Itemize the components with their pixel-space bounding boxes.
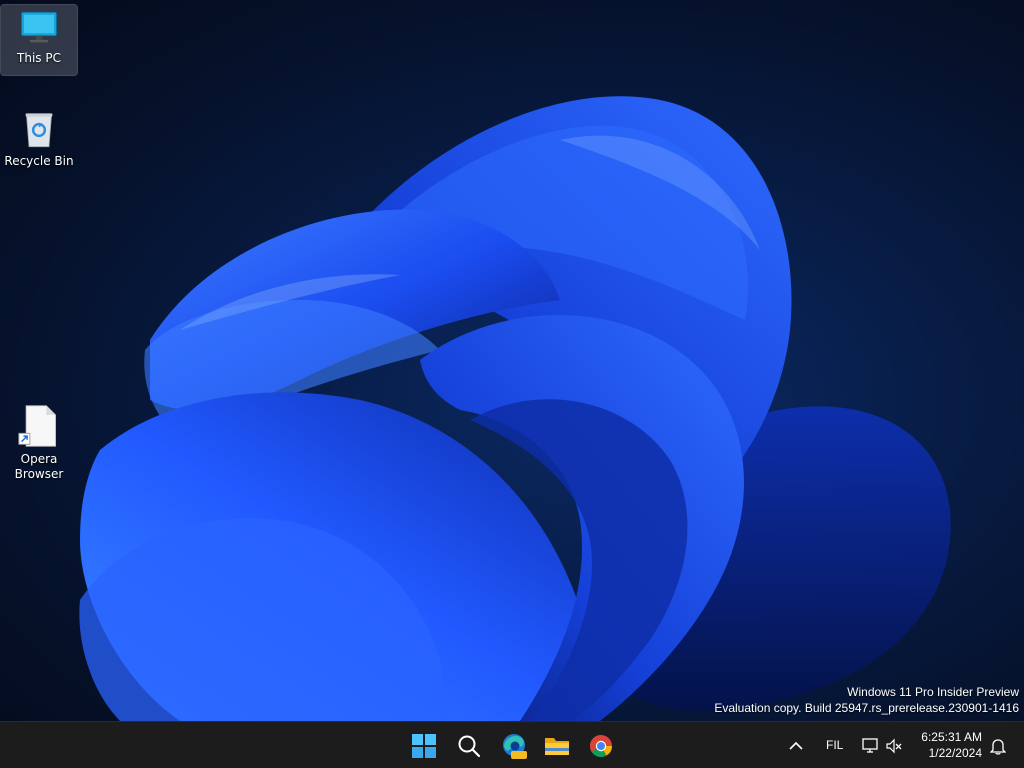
desktop-icon-label: Opera Browser: [14, 452, 64, 481]
input-language-indicator[interactable]: FIL: [826, 738, 843, 752]
wallpaper: [79, 96, 951, 721]
volume-muted-icon: [886, 738, 902, 754]
taskbar-app-edge-preview[interactable]: [494, 726, 534, 766]
chevron-up-icon: [789, 741, 803, 750]
show-hidden-icons-button[interactable]: [776, 726, 816, 766]
desktop-icon-this-pc[interactable]: This PC: [0, 4, 78, 76]
watermark-build: Evaluation copy. Build 25947.rs_prerelea…: [714, 701, 1019, 715]
desktop-icon-opera-browser[interactable]: Opera Browser: [1, 398, 77, 482]
taskbar-app-chrome[interactable]: [581, 726, 621, 766]
taskbar: FIL 6:25:31 AM 1/22/2024: [0, 721, 1024, 768]
desktop-icon-label: This PC: [17, 51, 61, 65]
notification-bell-icon: [990, 739, 1006, 755]
file-shortcut-icon: [18, 405, 56, 447]
search-icon: [458, 735, 481, 758]
evaluation-watermark: Windows 11 Pro Insider Preview Evaluatio…: [714, 684, 1019, 716]
chrome-icon: [590, 735, 612, 757]
start-button[interactable]: [404, 726, 444, 766]
search-button[interactable]: [449, 726, 489, 766]
folder-icon: [545, 738, 569, 755]
clock-time: 6:25:31 AM: [921, 730, 982, 744]
watermark-edition: Windows 11 Pro Insider Preview: [847, 685, 1019, 699]
windows-start-icon: [412, 734, 436, 758]
desktop[interactable]: This PC Recycle Bin Opera Browser Window…: [0, 0, 1024, 721]
notification-center-button[interactable]: [984, 726, 1012, 766]
clock[interactable]: 6:25:31 AM 1/22/2024: [912, 729, 982, 761]
desktop-icon-label: Recycle Bin: [4, 154, 74, 168]
recycle-bin-icon: [25, 113, 53, 148]
quick-settings-button[interactable]: [858, 726, 906, 766]
taskbar-app-file-explorer[interactable]: [537, 726, 577, 766]
edge-preview-icon: [503, 734, 527, 759]
computer-monitor-icon: [21, 11, 57, 43]
network-monitor-icon: [862, 738, 878, 753]
desktop-icon-recycle-bin[interactable]: Recycle Bin: [1, 104, 77, 169]
clock-date: 1/22/2024: [928, 746, 982, 760]
